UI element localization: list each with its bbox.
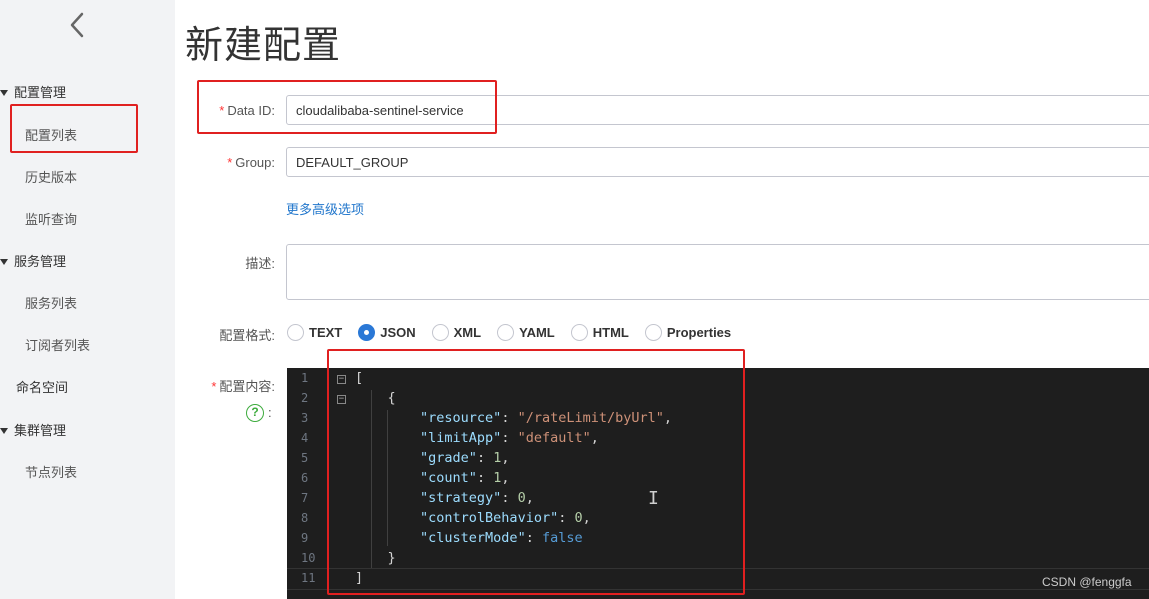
data-id-label: * Data ID: [219, 103, 275, 118]
line-number: 1 [301, 371, 309, 385]
line-number: 10 [301, 551, 316, 565]
code-line: "strategy": 0, [420, 490, 534, 506]
code-line: ] [355, 570, 364, 586]
watermark: CSDN @fenggfa [1042, 575, 1132, 589]
caret-down-icon [0, 90, 8, 97]
group-input[interactable]: DEFAULT_GROUP [286, 147, 1149, 177]
description-textarea[interactable] [286, 244, 1149, 300]
line-number: 5 [301, 451, 309, 465]
format-radio-text[interactable]: TEXT [287, 323, 342, 341]
code-line: { [387, 390, 396, 406]
code-line: "resource": "/rateLimit/byUrl", [420, 410, 673, 426]
code-line: "count": 1, [420, 470, 510, 486]
radio-circle-icon [497, 323, 515, 341]
caret-down-icon [0, 259, 8, 266]
code-line: "grade": 1, [420, 450, 510, 466]
sidebar-item-node-list[interactable]: 节点列表 [25, 462, 77, 481]
sidebar-item-config-list[interactable]: 配置列表 [25, 125, 77, 144]
help-colon: : [268, 405, 272, 420]
editor-gutter: 1 2 3 4 5 6 7 8 9 10 11 [287, 368, 329, 599]
radio-checked-icon [358, 323, 376, 341]
caret-down-icon [0, 428, 8, 435]
line-number: 3 [301, 411, 309, 425]
fold-toggle-icon[interactable]: − [337, 395, 346, 404]
format-radio-html[interactable]: HTML [570, 323, 629, 341]
format-radio-yaml[interactable]: YAML [497, 323, 555, 341]
line-number: 9 [301, 531, 309, 545]
code-editor[interactable]: 1 2 3 4 5 6 7 8 9 10 11 − − [ { "resourc… [287, 368, 1149, 599]
line-number: 2 [301, 391, 309, 405]
line-number: 8 [301, 511, 309, 525]
fold-toggle-icon[interactable]: − [337, 375, 346, 384]
radio-circle-icon [431, 323, 449, 341]
format-radio-properties[interactable]: Properties [644, 323, 731, 341]
line-number: 6 [301, 471, 309, 485]
advanced-options-link[interactable]: 更多高级选项 [286, 199, 364, 218]
text-cursor-icon: I [648, 488, 659, 509]
description-label: 描述: [245, 256, 275, 271]
radio-circle-icon [644, 323, 662, 341]
group-label: * Group: [227, 155, 275, 170]
format-radio-group: TEXT JSON XML YAML HTML Properties [287, 322, 747, 342]
sidebar-item-history[interactable]: 历史版本 [25, 167, 77, 186]
line-number: 4 [301, 431, 309, 445]
sidebar-group-config[interactable]: 配置管理 [0, 82, 66, 101]
page-title: 新建配置 [185, 23, 342, 67]
format-radio-json[interactable]: JSON [358, 323, 416, 341]
sidebar-group-service[interactable]: 服务管理 [0, 251, 66, 270]
editor-code: [ { "resource": "/rateLimit/byUrl", "lim… [355, 368, 672, 599]
format-radio-xml[interactable]: XML [431, 323, 481, 341]
current-line-highlight [287, 568, 1149, 590]
data-id-input[interactable]: cloudalibaba-sentinel-service [286, 95, 1149, 125]
sidebar-item-service-list[interactable]: 服务列表 [25, 293, 77, 312]
sidebar: 配置管理 配置列表 历史版本 监听查询 服务管理 服务列表 订阅者列表 命名空间… [0, 0, 175, 599]
sidebar-item-namespace[interactable]: 命名空间 [16, 377, 68, 396]
sidebar-group-cluster[interactable]: 集群管理 [0, 420, 66, 439]
code-line: "controlBehavior": 0, [420, 510, 591, 526]
help-icon[interactable]: ? [246, 404, 264, 422]
sidebar-item-listener-query[interactable]: 监听查询 [25, 209, 77, 228]
code-line: "clusterMode": false [420, 530, 583, 546]
code-line: [ [355, 370, 364, 386]
code-line: "limitApp": "default", [420, 430, 599, 446]
line-number: 7 [301, 491, 309, 505]
radio-circle-icon [287, 323, 304, 341]
sidebar-item-subscriber-list[interactable]: 订阅者列表 [25, 335, 90, 354]
content-label: * 配置内容: [211, 379, 275, 394]
radio-circle-icon [570, 323, 588, 341]
code-line: } [387, 550, 396, 566]
format-label: 配置格式: [219, 328, 275, 343]
chevron-left-icon[interactable] [64, 10, 90, 40]
